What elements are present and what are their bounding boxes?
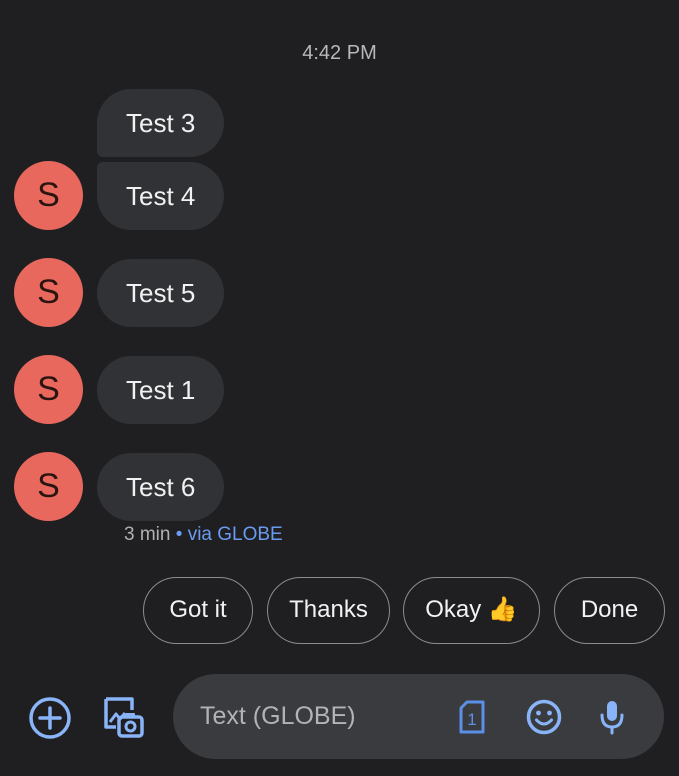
message-input[interactable]: Text (GLOBE)	[200, 674, 356, 759]
message-bubble[interactable]: Test 5	[97, 259, 225, 327]
message-bubble[interactable]: Test 1	[97, 356, 225, 424]
smart-reply-chip[interactable]: Okay 👍	[403, 577, 540, 644]
meta-separator: •	[175, 524, 183, 545]
message-bubble[interactable]: Test 6	[97, 453, 225, 521]
add-circle-icon[interactable]	[27, 695, 73, 741]
sim-card-icon[interactable]: 1	[458, 700, 486, 734]
sim-number: 1	[467, 710, 476, 729]
message-composer[interactable]: Text (GLOBE) 1	[173, 674, 664, 759]
emoji-icon[interactable]	[525, 698, 563, 736]
smart-reply-chip[interactable]: Done	[554, 577, 665, 644]
sender-avatar[interactable]: S	[14, 161, 83, 230]
sim-label: via GLOBE	[187, 524, 283, 545]
sender-avatar[interactable]: S	[14, 258, 83, 327]
message-bubble[interactable]: Test 4	[97, 162, 225, 230]
message-age: 3 min	[124, 524, 171, 545]
gallery-camera-icon[interactable]	[100, 695, 146, 741]
message-timestamp: 4:42 PM	[302, 42, 377, 64]
smart-reply-chip[interactable]: Got it	[143, 577, 253, 644]
smart-reply-chip[interactable]: Thanks	[267, 577, 390, 644]
microphone-icon[interactable]	[597, 698, 627, 736]
sender-avatar[interactable]: S	[14, 355, 83, 424]
sender-avatar[interactable]: S	[14, 452, 83, 521]
message-meta: 3 min • via GLOBE	[124, 524, 283, 546]
message-bubble[interactable]: Test 3	[97, 89, 225, 157]
